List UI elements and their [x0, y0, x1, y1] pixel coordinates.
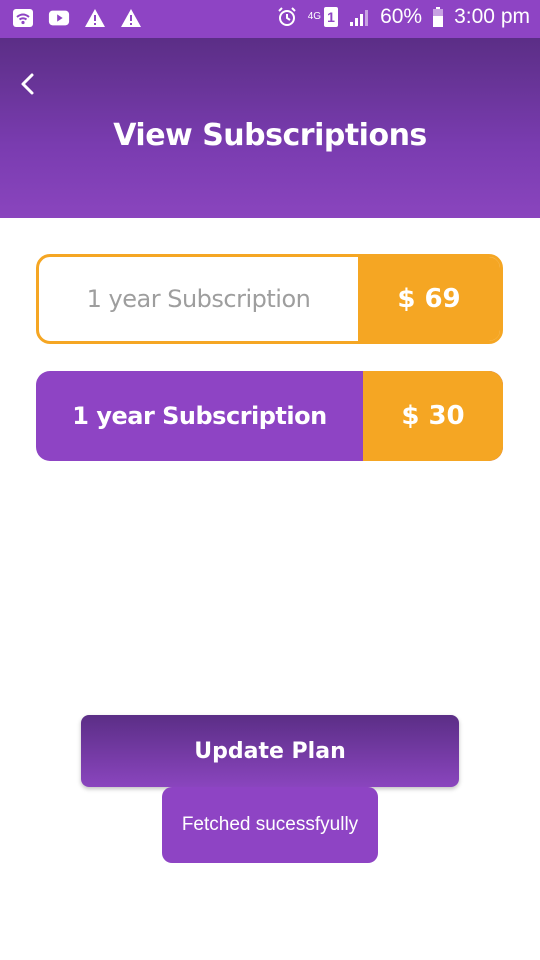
status-right-icons: 4G 1 60% 3:00 pm — [276, 5, 530, 29]
toast-message: Fetched sucessfyully — [162, 787, 378, 863]
warning-icon — [84, 7, 106, 29]
warning-icon — [120, 7, 142, 29]
subscription-option[interactable]: 1 year Subscription $ 69 — [36, 254, 503, 344]
network-4g-icon: 4G 1 — [308, 6, 339, 28]
back-button[interactable] — [10, 66, 46, 102]
subscription-price: $ 69 — [358, 257, 500, 341]
app-header: View Subscriptions — [0, 38, 540, 218]
status-bar: 4G 1 60% 3:00 pm — [0, 0, 540, 38]
signal-icon — [348, 6, 370, 28]
battery-icon — [432, 6, 444, 28]
subscription-label: 1 year Subscription — [86, 285, 311, 313]
battery-percent: 60% — [380, 5, 423, 28]
youtube-icon — [48, 7, 70, 29]
subscription-label: 1 year Subscription — [72, 402, 327, 430]
status-left-icons — [12, 7, 142, 29]
subscription-price: $ 30 — [363, 371, 503, 461]
update-plan-button[interactable]: Update Plan — [81, 715, 459, 787]
clock: 3:00 pm — [454, 5, 530, 28]
subscription-option-selected[interactable]: 1 year Subscription $ 30 — [36, 371, 503, 461]
page-title: View Subscriptions — [113, 118, 427, 153]
wifi-icon — [12, 7, 34, 29]
chevron-left-icon — [21, 73, 34, 95]
alarm-icon — [276, 6, 298, 28]
